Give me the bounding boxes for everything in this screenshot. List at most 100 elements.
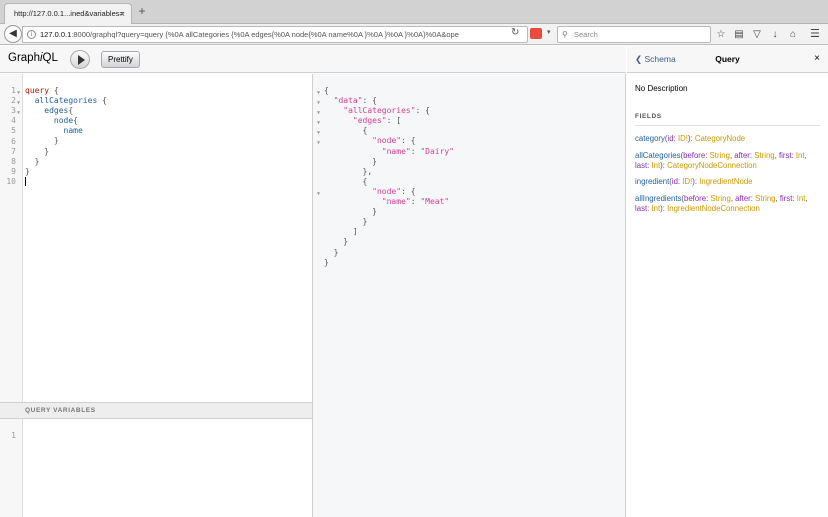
query-variables-editor[interactable]: 1 — [0, 419, 313, 517]
docs-back-button[interactable]: ❮ Schema — [635, 54, 676, 65]
info-icon[interactable]: i — [27, 30, 36, 39]
code-line: query { — [25, 86, 59, 95]
line-number: 7 — [11, 146, 16, 156]
field-type[interactable]: IngredientNode — [699, 177, 752, 186]
fold-arrow-icon[interactable]: ▼ — [17, 98, 20, 108]
graphiql-toolbar: GraphiQL Prettify — [0, 46, 626, 73]
argument-type[interactable]: ID! — [682, 177, 692, 186]
fold-arrow-icon[interactable]: ▼ — [317, 128, 320, 138]
search-bar[interactable]: ⚲ Search — [557, 26, 711, 43]
field-type[interactable]: CategoryNode — [695, 134, 745, 143]
field-item: category(id: ID!): CategoryNode — [635, 134, 821, 144]
argument-name: before — [684, 194, 707, 203]
argument-type[interactable]: Int — [651, 161, 660, 170]
fold-arrow-icon[interactable]: ▼ — [17, 108, 20, 118]
tab-title: http://127.0.0.1...ined&variables= — [14, 9, 124, 18]
fields-header: FIELDS — [635, 113, 820, 126]
docs-description: No Description — [635, 84, 688, 93]
graphiql-logo: GraphiQL — [8, 52, 58, 64]
code-line: name — [63, 126, 83, 136]
line-number: 6 — [11, 136, 16, 146]
query-variables-header[interactable]: QUERY VARIABLES — [0, 402, 313, 419]
punctuation: ): — [687, 134, 695, 143]
line-number: 8 — [11, 156, 16, 166]
field-type[interactable]: CategoryNodeConnection — [667, 161, 757, 170]
field-item: allCategories(before: String, after: Str… — [635, 151, 821, 171]
argument-type[interactable]: Int — [796, 151, 805, 160]
pocket-icon[interactable]: ▽ — [750, 26, 764, 43]
field-name[interactable]: allCategories — [635, 151, 681, 160]
argument-type[interactable]: String — [710, 151, 730, 160]
url-host: 127.0.0.1 — [40, 30, 72, 39]
url-bar[interactable]: i 127.0.0.1:8000/graphql?query=query {%0… — [22, 26, 528, 43]
query-line-numbers: 1 ▼ 2 ▼ 3 ▼ 4 5 6 7 8 9 10 — [0, 86, 23, 196]
tab-close-icon[interactable]: × — [120, 4, 125, 24]
line-number: 3 — [11, 106, 16, 116]
argument-type[interactable]: String — [710, 194, 730, 203]
code-line: node{ — [53, 116, 78, 126]
result-json: { "data": { "allCategories": { "edges": … — [324, 86, 455, 267]
argument-type[interactable]: String — [755, 194, 775, 203]
clipboard-icon[interactable]: ▤ — [732, 26, 746, 43]
docs-explorer: ❮ Schema Query × No Description FIELDS c… — [627, 46, 828, 517]
fold-arrow-icon[interactable]: ▼ — [317, 88, 320, 98]
field-name[interactable]: allIngredients — [635, 194, 681, 203]
close-icon[interactable]: × — [814, 53, 820, 64]
text-cursor — [25, 176, 26, 186]
argument-type[interactable]: Int — [651, 204, 660, 213]
new-tab-icon[interactable]: + — [135, 4, 149, 18]
field-type[interactable]: IngredientNodeConnection — [667, 204, 760, 213]
line-number: 10 — [6, 176, 16, 186]
line-number: 9 — [11, 166, 16, 176]
code-line: } — [53, 136, 59, 146]
back-arrow-icon: ◀ — [9, 28, 17, 39]
punctuation: , — [805, 194, 808, 203]
argument-name: before — [683, 151, 706, 160]
browser-tab[interactable]: http://127.0.0.1...ined&variables= × — [4, 3, 132, 24]
extension-icon[interactable] — [530, 28, 542, 39]
argument-name: first — [778, 151, 792, 160]
execute-query-button[interactable] — [70, 50, 90, 69]
reload-icon[interactable]: ↻ — [511, 27, 519, 38]
argument-name: after — [734, 151, 750, 160]
field-item: ingredient(id: ID!): IngredientNode — [635, 177, 821, 187]
logo-suffix: QL — [42, 52, 58, 64]
code-line: } — [44, 146, 50, 156]
fold-arrow-icon[interactable]: ▼ — [17, 88, 20, 98]
argument-name: first — [779, 194, 793, 203]
line-number: 1 — [11, 431, 16, 440]
fold-arrow-icon[interactable]: ▼ — [317, 108, 320, 118]
fold-arrow-icon[interactable]: ▼ — [317, 118, 320, 128]
url-text: 127.0.0.1:8000/graphql?query=query {%0A … — [40, 27, 459, 42]
chevron-down-icon[interactable]: ▾ — [547, 28, 551, 36]
code-line: } — [25, 166, 30, 176]
field-item: allIngredients(before: String, after: St… — [635, 194, 821, 214]
code-line: edges{ — [44, 106, 74, 116]
argument-name: last — [635, 204, 648, 213]
back-button[interactable]: ◀ — [4, 25, 22, 43]
fold-arrow-icon[interactable]: ▼ — [317, 138, 320, 148]
search-placeholder: Search — [574, 30, 598, 39]
menu-icon[interactable]: ☰ — [810, 26, 820, 43]
field-name[interactable]: category — [635, 134, 665, 143]
docs-header: ❮ Schema Query × — [627, 46, 828, 73]
line-number: 4 — [11, 116, 16, 126]
download-icon[interactable]: ↓ — [768, 26, 782, 43]
query-code[interactable]: query { allCategories { edges{ node{ nam… — [25, 86, 107, 188]
punctuation: , — [804, 151, 807, 160]
argument-type[interactable]: ID! — [678, 134, 688, 143]
bookmark-star-icon[interactable]: ☆ — [714, 26, 728, 43]
field-name[interactable]: ingredient — [635, 177, 669, 186]
query-editor[interactable]: 1 ▼ 2 ▼ 3 ▼ 4 5 6 7 8 9 10 query { allCategories { e… — [0, 74, 313, 402]
argument-name: after — [735, 194, 751, 203]
toolbar-icons: ☆ ▤ ▽ ↓ ⌂ — [714, 26, 800, 43]
code-line: } — [34, 156, 40, 166]
prettify-button[interactable]: Prettify — [101, 51, 140, 68]
home-icon[interactable]: ⌂ — [786, 26, 800, 43]
line-number: 1 — [11, 86, 16, 95]
fold-arrow-icon[interactable]: ▼ — [317, 189, 320, 199]
browser-tab-bar: http://127.0.0.1...ined&variables= × + — [0, 0, 828, 24]
line-number: 2 — [11, 96, 16, 106]
argument-type[interactable]: String — [754, 151, 774, 160]
fold-arrow-icon[interactable]: ▼ — [317, 98, 320, 108]
